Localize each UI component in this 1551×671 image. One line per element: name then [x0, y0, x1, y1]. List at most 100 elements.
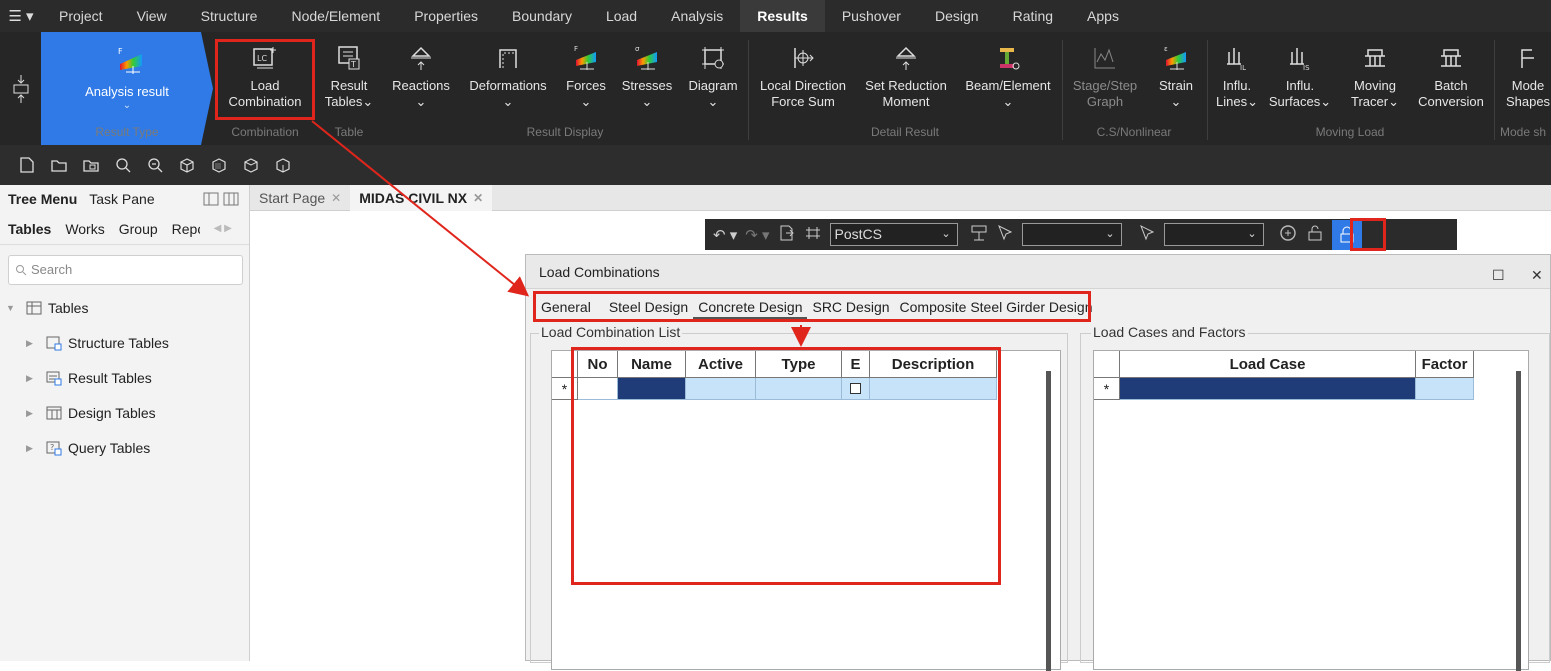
stage-step-graph-button[interactable]: Stage/Step Graph [1066, 32, 1144, 122]
highlight-load-combination [215, 39, 315, 120]
select-pointer-icon[interactable] [996, 224, 1014, 245]
column-load-case[interactable]: Load Case [1120, 351, 1416, 378]
batch-conversion-button[interactable]: Batch Conversion [1412, 32, 1490, 122]
mode-shapes-button[interactable]: Mode Shapes [1500, 32, 1551, 122]
export-icon[interactable] [778, 224, 796, 245]
moving-tracer-button[interactable]: Moving Tracer⌄ [1343, 32, 1407, 122]
menu-load[interactable]: Load [589, 0, 654, 32]
tab-tree-menu[interactable]: Tree Menu [8, 191, 77, 207]
open-folder-icon[interactable] [48, 154, 70, 176]
tree-item-query-tables[interactable]: ▶ ? Query Tables [26, 437, 150, 459]
svg-text:ε: ε [1164, 45, 1168, 53]
maximize-icon[interactable]: ☐ [1492, 267, 1505, 284]
undo-icon[interactable]: ↶ ▾ [713, 226, 737, 244]
refresh-result-icon[interactable] [1278, 223, 1298, 246]
tab-start-page-label: Start Page [259, 189, 326, 206]
set-reduction-label-1: Set Reduction [865, 78, 947, 93]
group-table: Table [334, 125, 364, 139]
hamburger-menu-icon[interactable]: ☰ ▾ [0, 0, 42, 32]
menu-properties[interactable]: Properties [397, 0, 495, 32]
scroll-tabs-icon[interactable]: ◀ ▶ [214, 223, 232, 234]
svg-text:F: F [118, 47, 123, 56]
redo-icon[interactable]: ↷ ▾ [745, 226, 769, 244]
view-top-icon[interactable] [240, 154, 262, 176]
menu-pushover[interactable]: Pushover [825, 0, 918, 32]
selection-filter-select[interactable]: ⌄ [1021, 223, 1122, 246]
menu-node-element[interactable]: Node/Element [274, 0, 397, 32]
tree-item-label: Structure Tables [68, 335, 169, 351]
forces-button[interactable]: F Forces ⌄ [561, 32, 611, 122]
expanded-caret-icon: ▼ [6, 303, 15, 313]
new-file-icon[interactable] [16, 154, 38, 176]
stage-icon[interactable] [804, 224, 822, 245]
moving-tracer-label-2: Tracer⌄ [1351, 94, 1399, 109]
list-scrollbar[interactable] [1046, 371, 1051, 671]
cell-load-case[interactable] [1120, 378, 1416, 400]
tab-midas-civil-label: MIDAS CIVIL NX [359, 189, 468, 206]
column-factor[interactable]: Factor [1416, 351, 1474, 378]
result-tables-button[interactable]: T Result Tables⌄ [322, 32, 376, 122]
strain-button[interactable]: ε Strain ⌄ [1150, 32, 1202, 122]
search-input[interactable]: Search [8, 255, 243, 285]
ribbon-separator [1494, 40, 1495, 140]
subtab-group[interactable]: Group [119, 221, 158, 237]
influence-surfaces-button[interactable]: IS Influ. Surfaces⌄ [1268, 32, 1332, 122]
tree-root-tables[interactable]: ▼ Tables [6, 297, 88, 319]
close-icon[interactable]: ✕ [1531, 267, 1543, 284]
batch-conversion-label-2: Conversion [1418, 94, 1484, 109]
pick-filter-select[interactable]: ⌄ [1163, 223, 1264, 246]
menu-results[interactable]: Results [740, 0, 825, 32]
element-table-icon[interactable] [970, 224, 988, 245]
subtab-tables[interactable]: Tables [8, 221, 51, 237]
local-direction-force-sum-button[interactable]: Local Direction Force Sum [754, 32, 852, 122]
open-project-icon[interactable] [80, 154, 102, 176]
menu-boundary[interactable]: Boundary [495, 0, 589, 32]
result-tables-label-1: Result [330, 78, 368, 93]
diagram-button[interactable]: Diagram ⌄ [684, 32, 742, 122]
tree-item-result-tables[interactable]: ▶ Result Tables [26, 367, 152, 389]
layout-icon[interactable] [203, 191, 239, 207]
highlight-dialog-tabs [533, 291, 1091, 322]
tab-start-page[interactable]: Start Page ✕ [250, 185, 350, 211]
ribbon-collapse-icon[interactable] [0, 32, 41, 145]
menu-view[interactable]: View [120, 0, 184, 32]
view-iso-icon[interactable] [176, 154, 198, 176]
zoom-fit-icon[interactable] [112, 154, 134, 176]
cell-factor[interactable] [1416, 378, 1474, 400]
view-front-icon[interactable] [208, 154, 230, 176]
stage-step-label-2: Graph [1086, 94, 1124, 109]
menu-design[interactable]: Design [918, 0, 996, 32]
stage-select[interactable]: PostCS ⌄ [829, 223, 958, 246]
menu-bar: ☰ ▾ Project View Structure Node/Element … [0, 0, 1551, 32]
tree-item-structure-tables[interactable]: ▶ Structure Tables [26, 332, 169, 354]
subtab-report[interactable]: Repo [172, 221, 200, 237]
viewport-toolbar: ↶ ▾ ↷ ▾ PostCS ⌄ ⌄ ⌄ [705, 219, 1457, 250]
unlock-icon[interactable] [1306, 224, 1324, 245]
close-icon[interactable]: ✕ [331, 191, 341, 205]
view-side-icon[interactable] [272, 154, 294, 176]
stresses-button[interactable]: σ Stresses ⌄ [617, 32, 677, 122]
beam-element-button[interactable]: Beam/Element ⌄ [960, 32, 1056, 122]
svg-text:F: F [574, 45, 578, 53]
reactions-button[interactable]: Reactions ⌄ [388, 32, 454, 122]
result-tables-icon: T [338, 46, 360, 70]
load-cases-grid[interactable]: Load Case Factor * [1093, 350, 1529, 671]
menu-rating[interactable]: Rating [996, 0, 1070, 32]
close-icon[interactable]: ✕ [473, 191, 483, 205]
menu-apps[interactable]: Apps [1070, 0, 1136, 32]
set-reduction-moment-button[interactable]: Set Reduction Moment [858, 32, 954, 122]
tab-midas-civil[interactable]: MIDAS CIVIL NX ✕ [350, 184, 493, 211]
deformations-button[interactable]: Deformations ⌄ [462, 32, 554, 122]
tab-task-pane[interactable]: Task Pane [89, 191, 154, 207]
influence-lines-button[interactable]: IL Influ. Lines⌄ [1210, 32, 1264, 122]
sidebar-subtabs: Tables Works Group Repo ◀ ▶ [0, 213, 249, 245]
subtab-works[interactable]: Works [65, 221, 104, 237]
pick-icon[interactable] [1138, 224, 1156, 245]
tree-item-design-tables[interactable]: ▶ Design Tables [26, 402, 156, 424]
zoom-window-icon[interactable] [144, 154, 166, 176]
factors-scrollbar[interactable] [1516, 371, 1521, 671]
menu-structure[interactable]: Structure [184, 0, 275, 32]
menu-analysis[interactable]: Analysis [654, 0, 740, 32]
menu-project[interactable]: Project [42, 0, 120, 32]
mode-shapes-label-2: Shapes [1505, 94, 1551, 109]
